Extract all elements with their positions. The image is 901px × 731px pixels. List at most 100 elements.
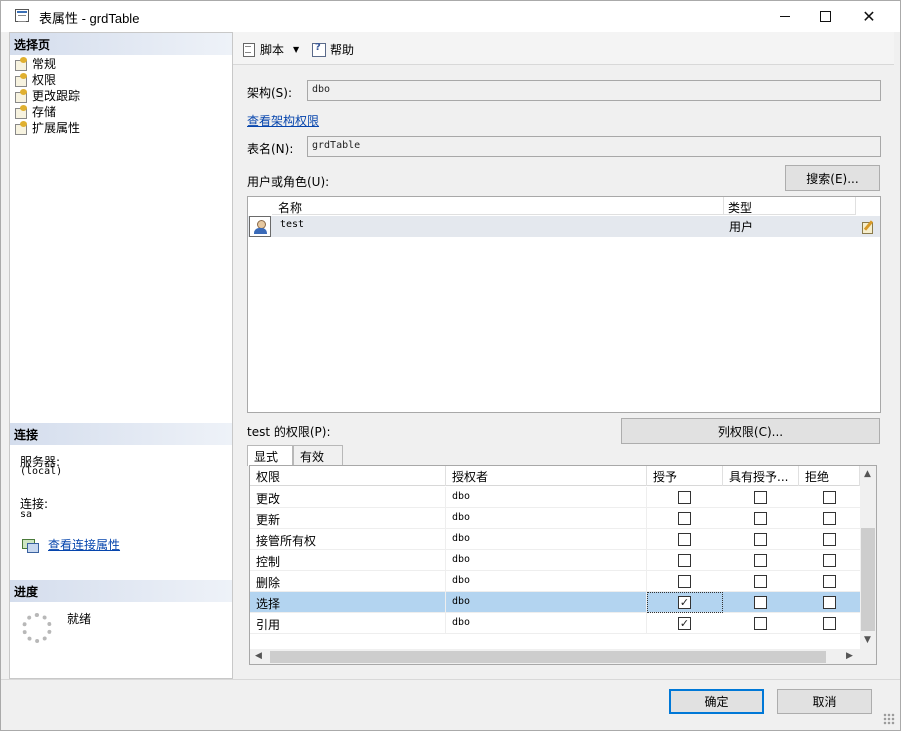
page-icon	[14, 88, 28, 103]
schema-label: 架构(S):	[247, 86, 293, 100]
page-item-label: 扩展属性	[32, 120, 81, 135]
title-bar: 表属性 - grdTable ✕	[1, 1, 900, 32]
grantor-value: dbo	[446, 529, 647, 550]
table-row[interactable]: 控制 dbo	[250, 550, 860, 571]
column-header-permission[interactable]: 权限	[250, 466, 446, 486]
table-row[interactable]: 删除 dbo	[250, 571, 860, 592]
page-item[interactable]: 更改跟踪	[14, 87, 80, 103]
page-icon	[14, 72, 28, 87]
maximize-button[interactable]	[802, 1, 848, 32]
with-grant-checkbox[interactable]	[754, 596, 767, 609]
column-header-with-grant[interactable]: 具有授予...	[723, 466, 799, 486]
page-icon	[14, 56, 28, 71]
connection-value: sa	[20, 509, 33, 520]
with-grant-checkbox[interactable]	[754, 575, 767, 588]
help-icon	[311, 42, 327, 57]
page-item[interactable]: 常规	[14, 55, 80, 71]
grantor-value: dbo	[446, 508, 647, 529]
grant-checkbox[interactable]: ✓	[678, 617, 691, 630]
deny-checkbox[interactable]	[823, 575, 836, 588]
page-item[interactable]: 存储	[14, 103, 80, 119]
permission-name: 删除	[250, 571, 446, 592]
grant-checkbox[interactable]	[678, 575, 691, 588]
with-grant-checkbox[interactable]	[754, 554, 767, 567]
column-header-type[interactable]: 类型	[724, 197, 856, 215]
tab-explicit[interactable]: 显式	[247, 445, 293, 466]
with-grant-checkbox[interactable]	[754, 491, 767, 504]
edit-icon[interactable]	[861, 220, 875, 234]
progress-header: 进度	[10, 580, 232, 602]
scroll-right-icon[interactable]: ▶	[846, 651, 853, 661]
grant-checkbox[interactable]	[678, 512, 691, 525]
grant-checkbox[interactable]	[678, 533, 691, 546]
with-grant-checkbox[interactable]	[754, 512, 767, 525]
close-button[interactable]: ✕	[846, 1, 892, 32]
users-roles-grid: 名称 类型 test 用户	[247, 196, 881, 413]
script-label: 脚本	[260, 43, 285, 57]
column-header-grantor[interactable]: 授权者	[446, 466, 647, 486]
grant-checkbox[interactable]	[678, 554, 691, 567]
permission-name: 引用	[250, 613, 446, 634]
chevron-down-icon[interactable]: ▼	[293, 45, 299, 54]
table-row[interactable]: 选择 dbo ✓	[250, 592, 860, 613]
with-grant-checkbox[interactable]	[754, 617, 767, 630]
tab-effective[interactable]: 有效	[293, 445, 343, 465]
scroll-up-icon[interactable]: ▲	[864, 469, 871, 479]
deny-checkbox[interactable]	[823, 617, 836, 630]
view-connection-properties-link[interactable]: 查看连接属性	[48, 536, 120, 553]
page-item-label: 权限	[32, 72, 57, 87]
horizontal-scroll-thumb[interactable]	[270, 651, 826, 663]
left-pane: 选择页 常规 权限 更改跟踪 存储 扩展属性 连接 服务器: (local) 连接: s…	[9, 32, 233, 679]
user-icon	[249, 216, 271, 237]
column-header-deny[interactable]: 拒绝	[799, 466, 860, 486]
users-roles-label: 用户或角色(U):	[247, 175, 330, 189]
permission-name: 更改	[250, 487, 446, 508]
deny-checkbox[interactable]	[823, 554, 836, 567]
grant-checkbox[interactable]	[678, 491, 691, 504]
deny-checkbox[interactable]	[823, 512, 836, 525]
vertical-scroll-thumb[interactable]	[861, 528, 875, 631]
column-permissions-button[interactable]: 列权限(C)...	[621, 418, 880, 444]
view-schema-permissions-link[interactable]: 查看架构权限	[247, 112, 319, 129]
scroll-left-icon[interactable]: ◀	[255, 651, 262, 661]
page-item[interactable]: 权限	[14, 71, 80, 87]
permission-name: 选择	[250, 592, 446, 613]
schema-field[interactable]: dbo	[307, 80, 881, 101]
toolbar: 脚本 ▼ 帮助	[233, 32, 894, 65]
resize-grip-icon[interactable]	[883, 713, 895, 725]
horizontal-scrollbar[interactable]: ◀ ▶	[250, 649, 860, 664]
connection-properties-icon	[22, 537, 39, 553]
page-item-label: 更改跟踪	[32, 88, 81, 103]
deny-checkbox[interactable]	[823, 533, 836, 546]
script-icon	[241, 42, 257, 57]
permissions-grid-header: 权限 授权者 授予 具有授予... 拒绝	[250, 466, 860, 486]
table-row[interactable]: 更新 dbo	[250, 508, 860, 529]
ok-button[interactable]: 确定	[669, 689, 764, 714]
page-item-label: 常规	[32, 56, 57, 71]
script-button[interactable]: 脚本 ▼	[241, 41, 299, 58]
table-row[interactable]: 引用 dbo ✓	[250, 613, 860, 634]
deny-checkbox[interactable]	[823, 596, 836, 609]
cancel-button[interactable]: 取消	[777, 689, 872, 714]
page-item-label: 存储	[32, 104, 57, 119]
table-row[interactable]: 更改 dbo	[250, 487, 860, 508]
search-button[interactable]: 搜索(E)...	[785, 165, 880, 191]
with-grant-checkbox[interactable]	[754, 533, 767, 546]
grant-checkbox[interactable]: ✓	[678, 596, 691, 609]
column-header-name[interactable]: 名称	[272, 197, 724, 215]
scroll-down-icon[interactable]: ▼	[864, 635, 871, 645]
vertical-scrollbar[interactable]: ▲ ▼	[860, 466, 876, 649]
connection-header: 连接	[10, 423, 232, 445]
window-title: 表属性 - grdTable	[39, 11, 140, 26]
column-header-grant[interactable]: 授予	[647, 466, 723, 486]
table-row[interactable]: 接管所有权 dbo	[250, 529, 860, 550]
table-properties-dialog: 表属性 - grdTable ✕ 选择页 常规 权限 更改跟踪 存储 扩展属性 连接 服…	[0, 0, 901, 731]
deny-checkbox[interactable]	[823, 491, 836, 504]
help-button[interactable]: 帮助	[311, 41, 354, 58]
permissions-label: test 的权限(P):	[247, 425, 331, 439]
page-item[interactable]: 扩展属性	[14, 119, 80, 135]
user-name: test	[280, 219, 305, 230]
table-row[interactable]	[248, 216, 880, 237]
table-name-field[interactable]: grdTable	[307, 136, 881, 157]
server-value: (local)	[20, 466, 63, 477]
